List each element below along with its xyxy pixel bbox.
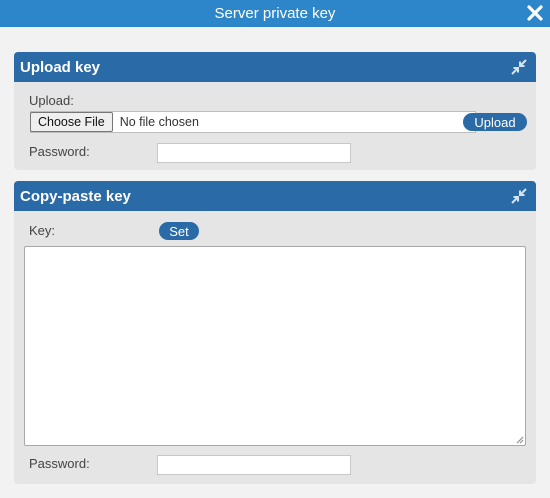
upload-label: Upload: [29, 93, 74, 108]
paste-password-label: Password: [29, 456, 90, 471]
upload-key-panel: Upload key Upload: Choose File No file c… [14, 52, 536, 170]
copy-paste-key-header: Copy-paste key [14, 181, 536, 211]
dialog-titlebar: Server private key [0, 0, 550, 27]
upload-button[interactable]: Upload [463, 113, 527, 131]
upload-key-header: Upload key [14, 52, 536, 82]
resize-grip-icon[interactable] [516, 436, 524, 444]
collapse-arrows-icon[interactable] [510, 58, 528, 76]
dialog-title: Server private key [214, 5, 336, 22]
file-picker[interactable]: Choose File No file chosen [30, 111, 476, 133]
upload-password-input[interactable] [157, 143, 351, 163]
upload-key-title: Upload key [20, 58, 101, 76]
file-status: No file chosen [119, 115, 199, 129]
set-button[interactable]: Set [159, 222, 199, 240]
close-icon[interactable] [526, 4, 544, 22]
server-private-key-dialog: Server private key Upload key Upload: Ch… [0, 0, 550, 498]
copy-paste-key-title: Copy-paste key [20, 187, 131, 205]
choose-file-button[interactable]: Choose File [30, 111, 113, 132]
upload-password-label: Password: [29, 144, 90, 159]
key-label: Key: [29, 223, 56, 238]
collapse-arrows-icon[interactable] [510, 187, 528, 205]
paste-password-input[interactable] [157, 455, 351, 475]
key-textarea[interactable] [24, 246, 526, 446]
copy-paste-key-panel: Copy-paste key Key: Set Password: [14, 181, 536, 484]
